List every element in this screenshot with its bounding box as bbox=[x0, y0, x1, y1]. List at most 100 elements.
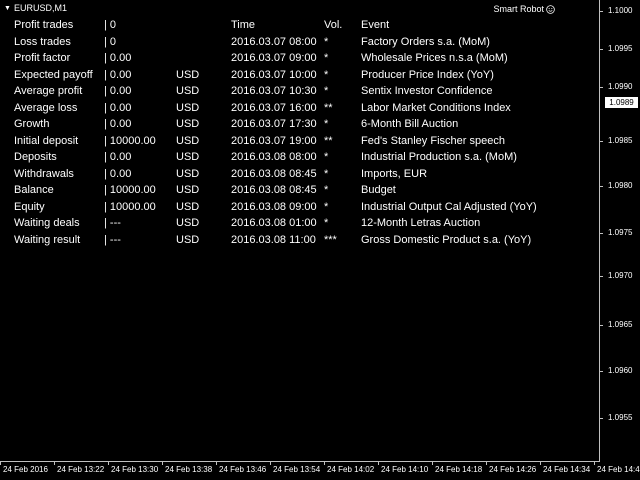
stat-label: Balance bbox=[14, 184, 54, 196]
stat-value: | 0 bbox=[104, 35, 117, 48]
stat-value: | 0 bbox=[104, 19, 117, 31]
time-tick-label: 24 Feb 13:46 bbox=[219, 465, 267, 474]
stat-label: Withdrawals bbox=[14, 167, 74, 180]
tick-mark bbox=[600, 418, 603, 419]
tick-mark bbox=[540, 462, 541, 465]
currency-label: USD bbox=[176, 151, 200, 163]
currency-label: USD bbox=[176, 68, 200, 81]
event-time: 2016.03.08 01:00 bbox=[231, 217, 317, 229]
time-tick-label: 24 Feb 13:54 bbox=[273, 465, 321, 474]
tick-mark bbox=[378, 462, 379, 465]
event-volatility: *** bbox=[324, 233, 337, 246]
time-tick-label: 24 Feb 14:26 bbox=[489, 465, 537, 474]
event-name: Industrial Output Cal Adjusted (YoY) bbox=[361, 200, 537, 213]
price-tick-label: 1.0975 bbox=[608, 228, 633, 237]
tick-mark bbox=[600, 325, 603, 326]
price-tick-label: 1.0965 bbox=[608, 320, 633, 329]
tick-mark bbox=[600, 49, 603, 50]
event-volatility: * bbox=[324, 184, 329, 196]
stat-value: | 0.00 bbox=[104, 101, 132, 114]
event-volatility: * bbox=[324, 52, 329, 64]
time-axis[interactable]: 24 Feb 2016 24 Feb 13:22 24 Feb 13:30 24 Fe… bbox=[0, 462, 640, 480]
tick-mark bbox=[600, 276, 603, 277]
volatility-header: Vol. bbox=[324, 19, 343, 31]
event-time: 2016.03.07 09:00 bbox=[231, 52, 317, 64]
expert-advisor-label[interactable]: Smart Robot bbox=[493, 4, 555, 14]
chart-area[interactable]: ▼ EURUSD,M1 Smart Robot Profit trades | … bbox=[0, 0, 600, 462]
currency-label: USD bbox=[176, 101, 200, 114]
event-name: Fed's Stanley Fischer speech bbox=[361, 134, 505, 147]
time-tick-label: 24 Feb 14:18 bbox=[435, 465, 483, 474]
price-tick-label: 1.0970 bbox=[608, 271, 633, 280]
event-name: Industrial Production s.a. (MoM) bbox=[361, 151, 517, 163]
time-tick-label: 24 Feb 13:22 bbox=[57, 465, 105, 474]
tick-mark bbox=[600, 371, 603, 372]
symbol-text: EURUSD,M1 bbox=[13, 3, 67, 13]
currency-label: USD bbox=[176, 85, 200, 97]
stat-label: Equity bbox=[14, 200, 45, 213]
event-name: Labor Market Conditions Index bbox=[361, 101, 511, 114]
tick-mark bbox=[216, 462, 217, 465]
event-time: 2016.03.07 10:00 bbox=[231, 68, 317, 81]
stat-label: Profit trades bbox=[14, 19, 74, 31]
smiley-icon bbox=[546, 4, 555, 14]
event-name: 6-Month Bill Auction bbox=[361, 118, 459, 130]
stat-value: | 0.00 bbox=[104, 167, 132, 180]
event-time: 2016.03.07 08:00 bbox=[231, 35, 317, 48]
tick-mark bbox=[162, 462, 163, 465]
price-tick-label: 1.0990 bbox=[608, 82, 633, 91]
tick-mark bbox=[324, 462, 325, 465]
event-name: Wholesale Prices n.s.a (MoM) bbox=[361, 52, 508, 64]
time-header: Time bbox=[231, 19, 256, 31]
event-volatility: ** bbox=[324, 101, 333, 114]
price-tick-label: 1.0995 bbox=[608, 44, 633, 53]
event-volatility: ** bbox=[324, 134, 333, 147]
event-volatility: * bbox=[324, 118, 329, 130]
currency-label: USD bbox=[176, 200, 200, 213]
stat-label: Average profit bbox=[14, 85, 83, 97]
stat-label: Initial deposit bbox=[14, 134, 79, 147]
event-time: 2016.03.08 09:00 bbox=[231, 200, 317, 213]
currency-label: USD bbox=[176, 167, 200, 180]
tick-mark bbox=[108, 462, 109, 465]
event-volatility: * bbox=[324, 200, 329, 213]
event-time: 2016.03.08 08:45 bbox=[231, 167, 317, 180]
current-price-label: 1.0989 bbox=[605, 97, 638, 108]
tick-mark bbox=[594, 462, 595, 465]
price-axis[interactable]: 1.1000 1.0995 1.0990 1.0985 1.0980 1.0975 1.09… bbox=[600, 0, 640, 462]
event-volatility: * bbox=[324, 217, 329, 229]
symbol-label: ▼ EURUSD,M1 bbox=[4, 3, 67, 13]
price-tick-label: 1.0980 bbox=[608, 181, 633, 190]
time-tick-label: 24 Feb 13:38 bbox=[165, 465, 213, 474]
stat-label: Waiting result bbox=[14, 233, 81, 246]
stat-label: Waiting deals bbox=[14, 217, 80, 229]
event-name: Producer Price Index (YoY) bbox=[361, 68, 494, 81]
event-volatility: * bbox=[324, 151, 329, 163]
event-name: Factory Orders s.a. (MoM) bbox=[361, 35, 490, 48]
stat-value: | --- bbox=[104, 233, 121, 246]
event-name: Gross Domestic Product s.a. (YoY) bbox=[361, 233, 532, 246]
tick-mark bbox=[432, 462, 433, 465]
price-tick-label: 1.0955 bbox=[608, 413, 633, 422]
time-tick-label: 24 Feb 14:02 bbox=[327, 465, 375, 474]
event-time: 2016.03.08 08:00 bbox=[231, 151, 317, 163]
event-header: Event bbox=[361, 19, 390, 31]
currency-label: USD bbox=[176, 118, 200, 130]
collapse-triangle-icon[interactable]: ▼ bbox=[4, 5, 11, 12]
tick-mark bbox=[600, 87, 603, 88]
stat-label: Profit factor bbox=[14, 52, 71, 64]
stat-value: | 0.00 bbox=[104, 85, 132, 97]
event-volatility: * bbox=[324, 167, 329, 180]
event-name: Budget bbox=[361, 184, 396, 196]
event-time: 2016.03.07 17:30 bbox=[231, 118, 317, 130]
price-tick-label: 1.0985 bbox=[608, 136, 633, 145]
event-volatility: * bbox=[324, 68, 329, 81]
price-tick-label: 1.1000 bbox=[608, 6, 633, 15]
stat-label: Deposits bbox=[14, 151, 57, 163]
event-time: 2016.03.08 08:45 bbox=[231, 184, 317, 196]
stat-label: Average loss bbox=[14, 101, 78, 114]
tick-mark bbox=[600, 233, 603, 234]
tick-mark bbox=[270, 462, 271, 465]
stat-value: | 0.00 bbox=[104, 118, 132, 130]
stat-value: | 0.00 bbox=[104, 151, 132, 163]
